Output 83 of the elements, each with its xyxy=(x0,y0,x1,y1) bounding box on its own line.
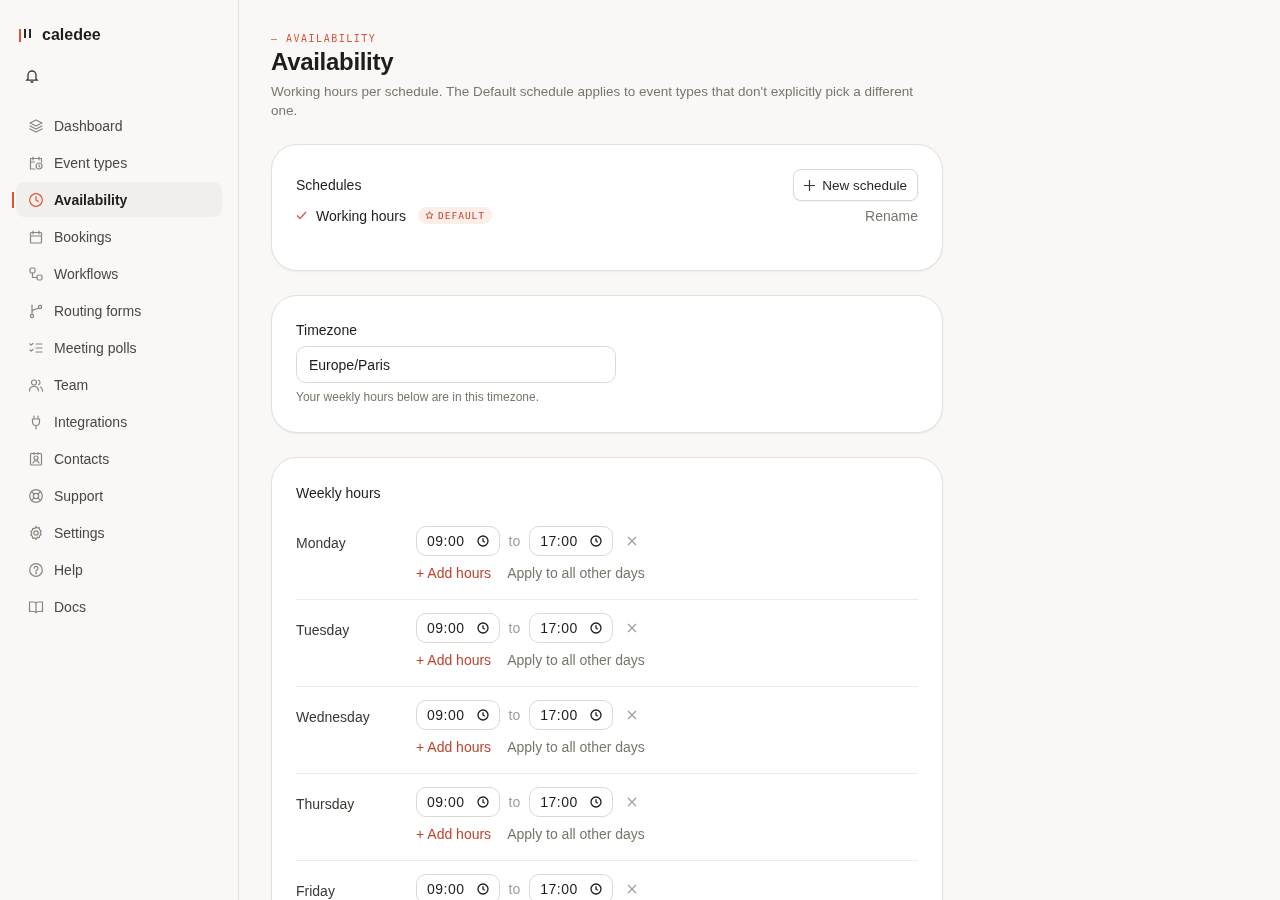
start-time-field[interactable]: 09:00 xyxy=(416,526,500,556)
clock-icon xyxy=(589,622,602,634)
page-description: Working hours per schedule. The Default schedule applies to event types that don't explicitly pick a different one. xyxy=(271,83,914,120)
sidebar-item[interactable]: Bookings xyxy=(16,219,222,254)
day-label: Tuesday xyxy=(296,621,351,640)
day-label: Thursday xyxy=(296,795,356,814)
apply-all-link[interactable]: Apply to all other days xyxy=(507,739,645,755)
sidebar-item[interactable]: Docs xyxy=(16,589,222,624)
contact-icon xyxy=(28,450,44,467)
badge-label: DEFAULT xyxy=(438,210,486,221)
end-time-field[interactable]: 17:00 xyxy=(529,526,613,556)
start-time-field[interactable]: 09:00 xyxy=(416,613,500,643)
logo-icon xyxy=(19,28,33,42)
add-hours-link[interactable]: + Add hours xyxy=(416,565,492,581)
add-hours-link[interactable]: + Add hours xyxy=(416,826,492,842)
clock-icon xyxy=(589,796,602,808)
sidebar-item[interactable]: Settings xyxy=(16,515,222,550)
timezone-field[interactable]: Europe/Paris xyxy=(296,346,616,383)
sidebar-item[interactable]: Support xyxy=(16,478,222,513)
range-separator: to xyxy=(508,707,521,723)
branch-icon xyxy=(28,302,44,319)
sidebar-item[interactable]: Dashboard xyxy=(16,108,222,143)
clock-icon xyxy=(589,535,602,547)
layers-icon xyxy=(28,117,44,134)
start-time-field[interactable]: 09:00 xyxy=(416,700,500,730)
sidebar-item[interactable]: Workflows xyxy=(16,256,222,291)
workflow-icon xyxy=(28,265,44,282)
help-icon xyxy=(28,561,44,578)
end-time-field[interactable]: 17:00 xyxy=(529,787,613,817)
sidebar-item[interactable]: Contacts xyxy=(16,441,222,476)
sidebar-item[interactable]: Routing forms xyxy=(16,293,222,328)
clock-icon xyxy=(589,883,602,895)
close-icon[interactable] xyxy=(626,623,637,633)
clock-icon xyxy=(476,622,489,634)
apply-all-link[interactable]: Apply to all other days xyxy=(507,826,645,842)
apply-all-link[interactable]: Apply to all other days xyxy=(507,565,645,581)
add-hours-link[interactable]: + Add hours xyxy=(416,739,492,755)
calendar-clock-icon xyxy=(28,154,44,171)
end-time-field[interactable]: 17:00 xyxy=(529,700,613,730)
book-icon xyxy=(28,598,44,615)
gear-icon xyxy=(28,524,44,541)
card-title: Schedules xyxy=(296,177,362,193)
new-schedule-button[interactable]: New schedule xyxy=(793,169,918,201)
day-label: Friday xyxy=(296,882,336,900)
clock-icon xyxy=(476,796,489,808)
field-label: Timezone xyxy=(296,322,358,338)
end-time-field[interactable]: 17:00 xyxy=(529,613,613,643)
close-icon[interactable] xyxy=(626,797,637,807)
sidebar-item[interactable]: Meeting polls xyxy=(16,330,222,365)
field-hint: Your weekly hours below are in this timezone. xyxy=(296,390,541,406)
calendar-icon xyxy=(28,228,44,245)
rename-link[interactable]: Rename xyxy=(865,207,918,224)
page-eyebrow: — AVAILABILITY xyxy=(271,33,378,44)
range-separator: to xyxy=(508,533,521,549)
range-separator: to xyxy=(508,881,521,897)
close-icon[interactable] xyxy=(626,536,637,546)
clock-icon xyxy=(589,709,602,721)
star-icon xyxy=(425,211,434,220)
clock-icon xyxy=(28,191,44,208)
range-separator: to xyxy=(508,794,521,810)
close-icon[interactable] xyxy=(626,884,637,894)
close-icon[interactable] xyxy=(626,710,637,720)
schedule-name[interactable]: Working hours xyxy=(316,207,406,224)
brand-name: caledee xyxy=(42,26,101,44)
clock-icon xyxy=(476,883,489,895)
plus-icon xyxy=(804,179,816,191)
page-title: Availability xyxy=(271,48,395,76)
bell-icon[interactable] xyxy=(24,68,40,84)
add-hours-link[interactable]: + Add hours xyxy=(416,652,492,668)
card-title: Weekly hours xyxy=(296,485,382,501)
sidebar-item[interactable]: Help xyxy=(16,552,222,587)
apply-all-link[interactable]: Apply to all other days xyxy=(507,652,645,668)
sidebar-item[interactable]: Event types xyxy=(16,145,222,180)
clock-icon xyxy=(476,535,489,547)
people-icon xyxy=(28,376,44,393)
start-time-field[interactable]: 09:00 xyxy=(416,787,500,817)
range-separator: to xyxy=(508,620,521,636)
clock-icon xyxy=(476,709,489,721)
sidebar-item[interactable]: Integrations xyxy=(16,404,222,439)
sidebar-item[interactable]: Team xyxy=(16,367,222,402)
day-label: Monday xyxy=(296,534,347,553)
day-label: Wednesday xyxy=(296,708,371,727)
lifebuoy-icon xyxy=(28,487,44,504)
